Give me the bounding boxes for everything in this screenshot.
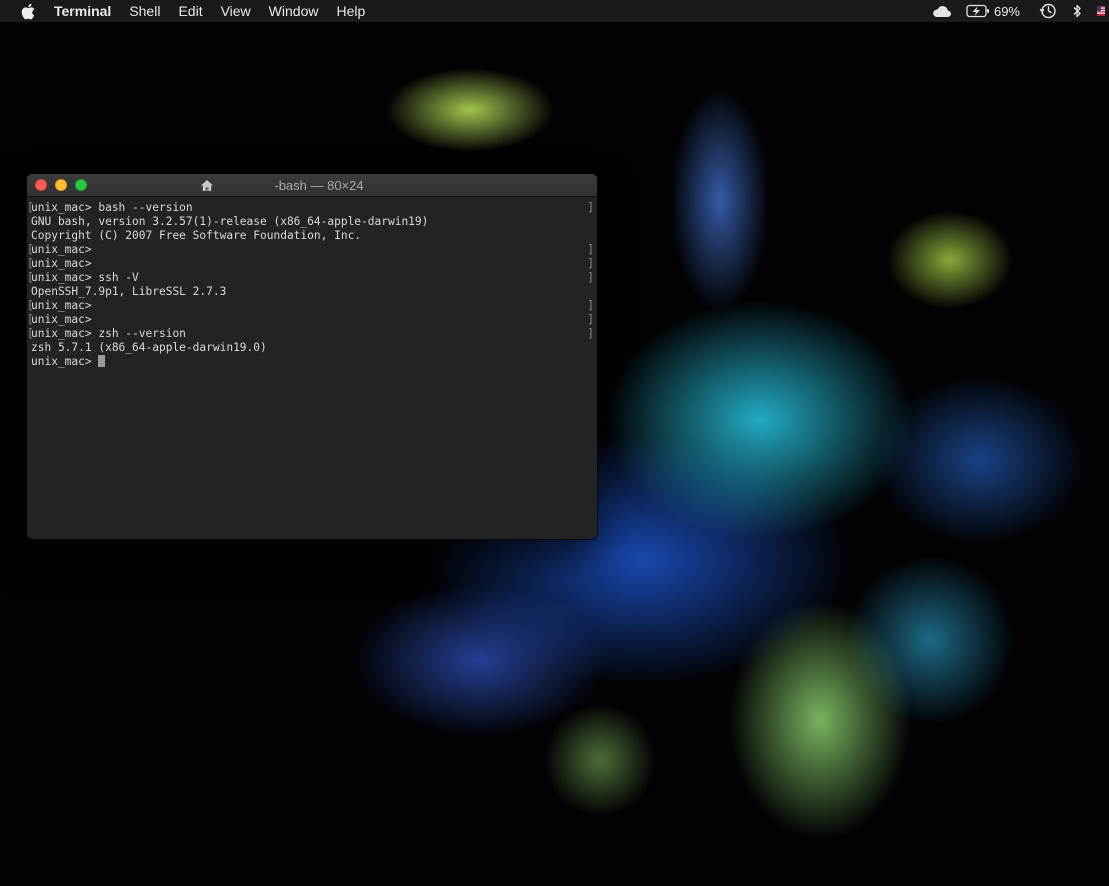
menu-edit[interactable]: Edit xyxy=(169,0,211,22)
menu-bar-status: 69% xyxy=(925,0,1109,22)
menu-help[interactable]: Help xyxy=(327,0,374,22)
terminal-line: Copyright (C) 2007 Free Software Foundat… xyxy=(31,229,362,242)
minimize-button[interactable] xyxy=(55,179,67,191)
terminal-line: unix_mac> xyxy=(27,299,594,313)
apple-menu-icon[interactable] xyxy=(20,2,36,20)
terminal-line: unix_mac> ssh -V xyxy=(27,271,594,285)
terminal-prompt-line[interactable]: unix_mac> xyxy=(31,355,593,369)
terminal-line: unix_mac> zsh --version xyxy=(27,327,594,341)
time-machine-icon[interactable] xyxy=(1039,0,1057,22)
terminal-line: unix_mac> xyxy=(27,257,594,271)
input-source-flag-icon[interactable] xyxy=(1097,0,1105,22)
terminal-line: unix_mac> bash --version xyxy=(27,201,594,215)
terminal-line: unix_mac> xyxy=(27,243,594,257)
desktop: Terminal Shell Edit View Window Help 69% xyxy=(0,0,1109,886)
window-titlebar[interactable]: -bash — 80×24 xyxy=(27,174,597,197)
menu-shell[interactable]: Shell xyxy=(120,0,169,22)
battery-charging-icon[interactable] xyxy=(966,0,990,22)
window-controls xyxy=(35,179,95,191)
text-cursor xyxy=(98,355,106,367)
bluetooth-icon[interactable] xyxy=(1071,0,1083,22)
terminal-line: GNU bash, version 3.2.57(1)-release (x86… xyxy=(31,215,429,228)
window-title-group: -bash — 80×24 xyxy=(27,174,597,196)
terminal-output[interactable]: unix_mac> bash --version GNU bash, versi… xyxy=(27,197,597,369)
menu-bar-left: Terminal Shell Edit View Window Help xyxy=(0,0,374,22)
battery-percent[interactable]: 69% xyxy=(994,0,1020,22)
menu-app-terminal[interactable]: Terminal xyxy=(54,0,120,22)
cloud-icon[interactable] xyxy=(932,0,952,22)
menu-bar: Terminal Shell Edit View Window Help 69% xyxy=(0,0,1109,22)
close-button[interactable] xyxy=(35,179,47,191)
terminal-line: zsh 5.7.1 (x86_64-apple-darwin19.0) xyxy=(31,341,267,354)
terminal-line: unix_mac> xyxy=(27,313,594,327)
menu-view[interactable]: View xyxy=(212,0,260,22)
home-folder-icon xyxy=(200,178,214,192)
window-title: -bash — 80×24 xyxy=(274,177,364,193)
terminal-prompt: unix_mac> xyxy=(31,355,99,368)
menu-window[interactable]: Window xyxy=(260,0,328,22)
terminal-line: OpenSSH_7.9p1, LibreSSL 2.7.3 xyxy=(31,285,227,298)
maximize-button[interactable] xyxy=(75,179,87,191)
terminal-window[interactable]: -bash — 80×24 unix_mac> bash --version G… xyxy=(27,174,597,539)
